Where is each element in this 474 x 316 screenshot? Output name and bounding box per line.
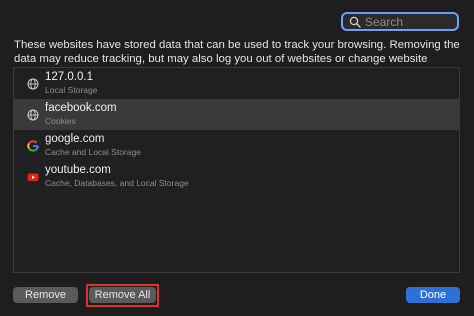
website-row-youtube[interactable]: youtube.com Cache, Databases, and Local …	[14, 161, 459, 192]
google-logo-icon	[26, 139, 40, 153]
website-detail: Local Storage	[45, 85, 98, 95]
website-detail: Cache, Databases, and Local Storage	[45, 178, 189, 188]
highlight-box	[86, 284, 159, 307]
website-detail: Cache and Local Storage	[45, 147, 141, 157]
globe-icon	[26, 108, 40, 122]
website-detail: Cookies	[45, 116, 76, 126]
website-row-127-0-0-1[interactable]: 127.0.0.1 Local Storage	[14, 68, 459, 99]
youtube-logo-icon	[26, 170, 40, 184]
website-list[interactable]: 127.0.0.1 Local Storage facebook.com Coo…	[13, 67, 460, 273]
globe-icon	[26, 77, 40, 91]
website-name: youtube.com	[45, 164, 111, 176]
remove-button[interactable]: Remove	[13, 287, 78, 303]
website-name: google.com	[45, 133, 105, 145]
website-name: facebook.com	[45, 102, 117, 114]
search-icon	[349, 16, 361, 28]
search-field[interactable]	[341, 12, 459, 31]
website-row-google[interactable]: google.com Cache and Local Storage	[14, 130, 459, 161]
website-name: 127.0.0.1	[45, 71, 93, 83]
done-button[interactable]: Done	[406, 287, 460, 303]
search-input[interactable]	[365, 14, 455, 29]
website-row-facebook[interactable]: facebook.com Cookies	[14, 99, 459, 130]
